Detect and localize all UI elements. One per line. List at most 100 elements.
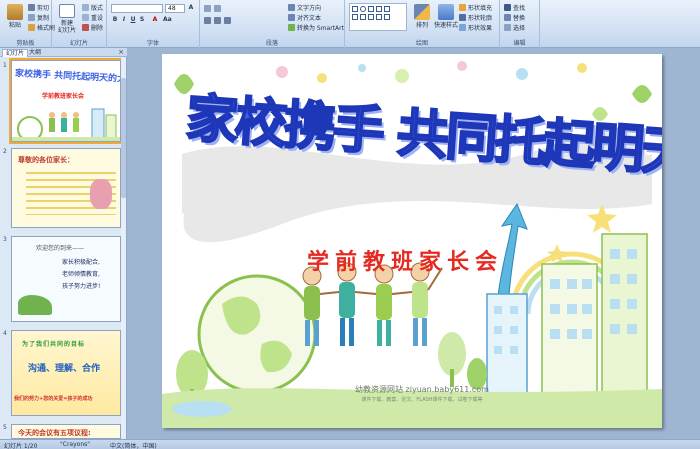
text-direction-button[interactable]: 文字方向 bbox=[288, 3, 321, 12]
close-icon[interactable]: × bbox=[118, 48, 124, 56]
clipboard-label: 剪贴板 bbox=[16, 40, 35, 47]
editing-group: 查找 替换 选择 编辑 bbox=[500, 0, 540, 48]
arrange-button[interactable]: 排列 bbox=[409, 2, 435, 34]
font-color-icon[interactable]: A bbox=[151, 16, 159, 24]
thumb-subtitle: 学前教班家长会 bbox=[42, 93, 85, 100]
copy-button[interactable]: 复制 bbox=[28, 13, 49, 22]
star-shape-icon[interactable] bbox=[360, 14, 366, 20]
brush-icon bbox=[28, 24, 35, 31]
thumb-number: 1 bbox=[3, 62, 7, 69]
new-slide-icon bbox=[59, 4, 75, 18]
thumb-title: 欢迎您的到来—— bbox=[36, 245, 85, 252]
layout-button[interactable]: 版式 bbox=[82, 3, 103, 12]
quick-styles-button[interactable]: 快速样式 bbox=[433, 2, 459, 34]
reset-button[interactable]: 重设 bbox=[82, 13, 103, 22]
font-name-box[interactable] bbox=[111, 4, 163, 13]
font-size-box[interactable]: 48 bbox=[165, 4, 185, 13]
thumb-title: 今天的会议有五项议程: bbox=[18, 429, 91, 437]
replace-button[interactable]: 替换 bbox=[504, 13, 525, 22]
layout-icon bbox=[82, 4, 89, 11]
thumb-decoration bbox=[90, 179, 112, 209]
arrow-shape-icon[interactable] bbox=[376, 6, 382, 12]
font-label: 字体 bbox=[146, 40, 159, 47]
paragraph-label: 段落 bbox=[265, 40, 278, 47]
rectangle-shape-icon[interactable] bbox=[352, 6, 358, 12]
slide-canvas[interactable]: 家校携手 共同托起明天的太阳 学前教班家长会 幼教资源网站 ziyuan.bab… bbox=[162, 54, 662, 428]
panel-scrollbar[interactable] bbox=[121, 58, 126, 438]
brace-shape-icon[interactable] bbox=[376, 14, 382, 20]
slide-thumbnail-5[interactable]: 今天的会议有五项议程: bbox=[11, 424, 121, 439]
slide-subtitle[interactable]: 学前教班家长会 bbox=[307, 244, 503, 276]
slide-thumbnail-3[interactable]: 欢迎您的到来—— 家长积极配合, 老师倾情教育, 孩子努力进步! bbox=[11, 236, 121, 322]
callout-shape-icon[interactable] bbox=[368, 14, 374, 20]
find-button[interactable]: 查找 bbox=[504, 3, 525, 12]
textbox-shape-icon[interactable] bbox=[352, 14, 358, 20]
shape-effects-button[interactable]: 形状效果 bbox=[459, 23, 492, 32]
strikethrough-icon[interactable]: S bbox=[138, 16, 146, 24]
case-icon[interactable]: Aa bbox=[163, 16, 172, 24]
select-button[interactable]: 选择 bbox=[504, 23, 525, 32]
editing-label: 编辑 bbox=[513, 40, 526, 47]
font-group: 48 A B I U S A Aa 字体 bbox=[107, 0, 200, 48]
align-text-button[interactable]: 对齐文本 bbox=[288, 13, 321, 22]
thumb-number: 2 bbox=[3, 148, 7, 155]
paste-button[interactable]: 粘贴 bbox=[2, 2, 28, 34]
thumb-title: 为了我们共同的目标 bbox=[22, 341, 86, 348]
shape-outline-button[interactable]: 形状轮廓 bbox=[459, 13, 492, 22]
tab-slides[interactable]: 幻灯片 bbox=[2, 49, 29, 57]
thumb-lines: 家长积极配合, 老师倾情教育, 孩子努力进步! bbox=[62, 259, 101, 290]
triangle-shape-icon[interactable] bbox=[384, 6, 390, 12]
italic-icon[interactable]: I bbox=[120, 16, 128, 24]
align-text-icon bbox=[288, 14, 295, 21]
curve-shape-icon[interactable] bbox=[384, 14, 390, 20]
thumb-number: 3 bbox=[3, 236, 7, 243]
paste-icon bbox=[7, 4, 23, 20]
bullets-button[interactable] bbox=[204, 4, 213, 13]
slide-thumbnail-2[interactable]: 尊敬的各位家长： bbox=[11, 148, 121, 228]
cut-button[interactable]: 剪切 bbox=[28, 3, 49, 12]
align-center-icon bbox=[214, 17, 221, 24]
scrollbar-thumb[interactable] bbox=[121, 78, 126, 198]
reset-icon bbox=[82, 14, 89, 21]
panel-tabs: 幻灯片 大纲 × bbox=[0, 48, 127, 57]
arrange-icon bbox=[414, 4, 430, 20]
scissors-icon bbox=[28, 4, 35, 11]
bold-icon[interactable]: B bbox=[111, 16, 119, 24]
cursor-icon bbox=[504, 24, 511, 31]
align-left-icon bbox=[204, 17, 211, 24]
slide-thumbnail-4[interactable]: 为了我们共同的目标 沟通、理解、合作 我们的努力+您的关爱=孩子的成功 bbox=[11, 330, 121, 416]
bullets-icon bbox=[204, 5, 211, 12]
thumb-bottom: 我们的努力+您的关爱=孩子的成功 bbox=[14, 396, 93, 402]
align-right-button[interactable] bbox=[224, 16, 233, 25]
oval-shape-icon[interactable] bbox=[360, 6, 366, 12]
slide-thumbnail-1[interactable]: 家校携手 共同托起明天的太阳 学前教班家长会 bbox=[9, 58, 123, 144]
format-painter-button[interactable]: 格式刷 bbox=[28, 23, 55, 32]
language-indicator[interactable]: 中文(简体，中国) bbox=[110, 441, 157, 449]
numbering-icon bbox=[214, 5, 221, 12]
thumb-number: 5 bbox=[3, 424, 7, 431]
ribbon: 粘贴 剪切 复制 格式刷 剪贴板 新建 幻灯片 版式 重设 删除 幻灯片 48 … bbox=[0, 0, 700, 48]
thumb-title: 尊敬的各位家长： bbox=[18, 156, 74, 164]
copy-icon bbox=[28, 14, 35, 21]
tab-outline[interactable]: 大纲 bbox=[26, 49, 44, 57]
shapes-gallery[interactable] bbox=[349, 3, 407, 31]
theme-name: "Crayons" bbox=[60, 441, 91, 448]
shape-fill-button[interactable]: 形状填充 bbox=[459, 3, 492, 12]
align-left-button[interactable] bbox=[204, 16, 213, 25]
thumb-illustration bbox=[12, 108, 120, 141]
slides-label: 幻灯片 bbox=[69, 40, 88, 47]
new-slide-button[interactable]: 新建 幻灯片 bbox=[54, 2, 80, 34]
smartart-button[interactable]: 转换为 SmartArt bbox=[288, 23, 344, 32]
grow-font-icon[interactable]: A bbox=[187, 4, 195, 12]
slides-panel: 幻灯片 大纲 × 1 家校携手 共同托起明天的太阳 学前教班家长会 2 尊敬的各… bbox=[0, 48, 127, 439]
slides-group: 新建 幻灯片 版式 重设 删除 幻灯片 bbox=[52, 0, 107, 48]
drawing-group: 排列 快速样式 形状填充 形状轮廓 形状效果 绘图 bbox=[345, 0, 500, 48]
thumb-title: 家校携手 共同托起明天的太阳 bbox=[14, 68, 121, 86]
watermark-subtext: 课件下载、教案、论文、FLASH课件下载、试卷下载等 bbox=[361, 397, 483, 403]
numbering-button[interactable] bbox=[214, 4, 223, 13]
line-shape-icon[interactable] bbox=[368, 6, 374, 12]
align-center-button[interactable] bbox=[214, 16, 223, 25]
underline-icon[interactable]: U bbox=[129, 16, 137, 24]
delete-button[interactable]: 删除 bbox=[82, 23, 103, 32]
thumb-number: 4 bbox=[3, 330, 7, 337]
